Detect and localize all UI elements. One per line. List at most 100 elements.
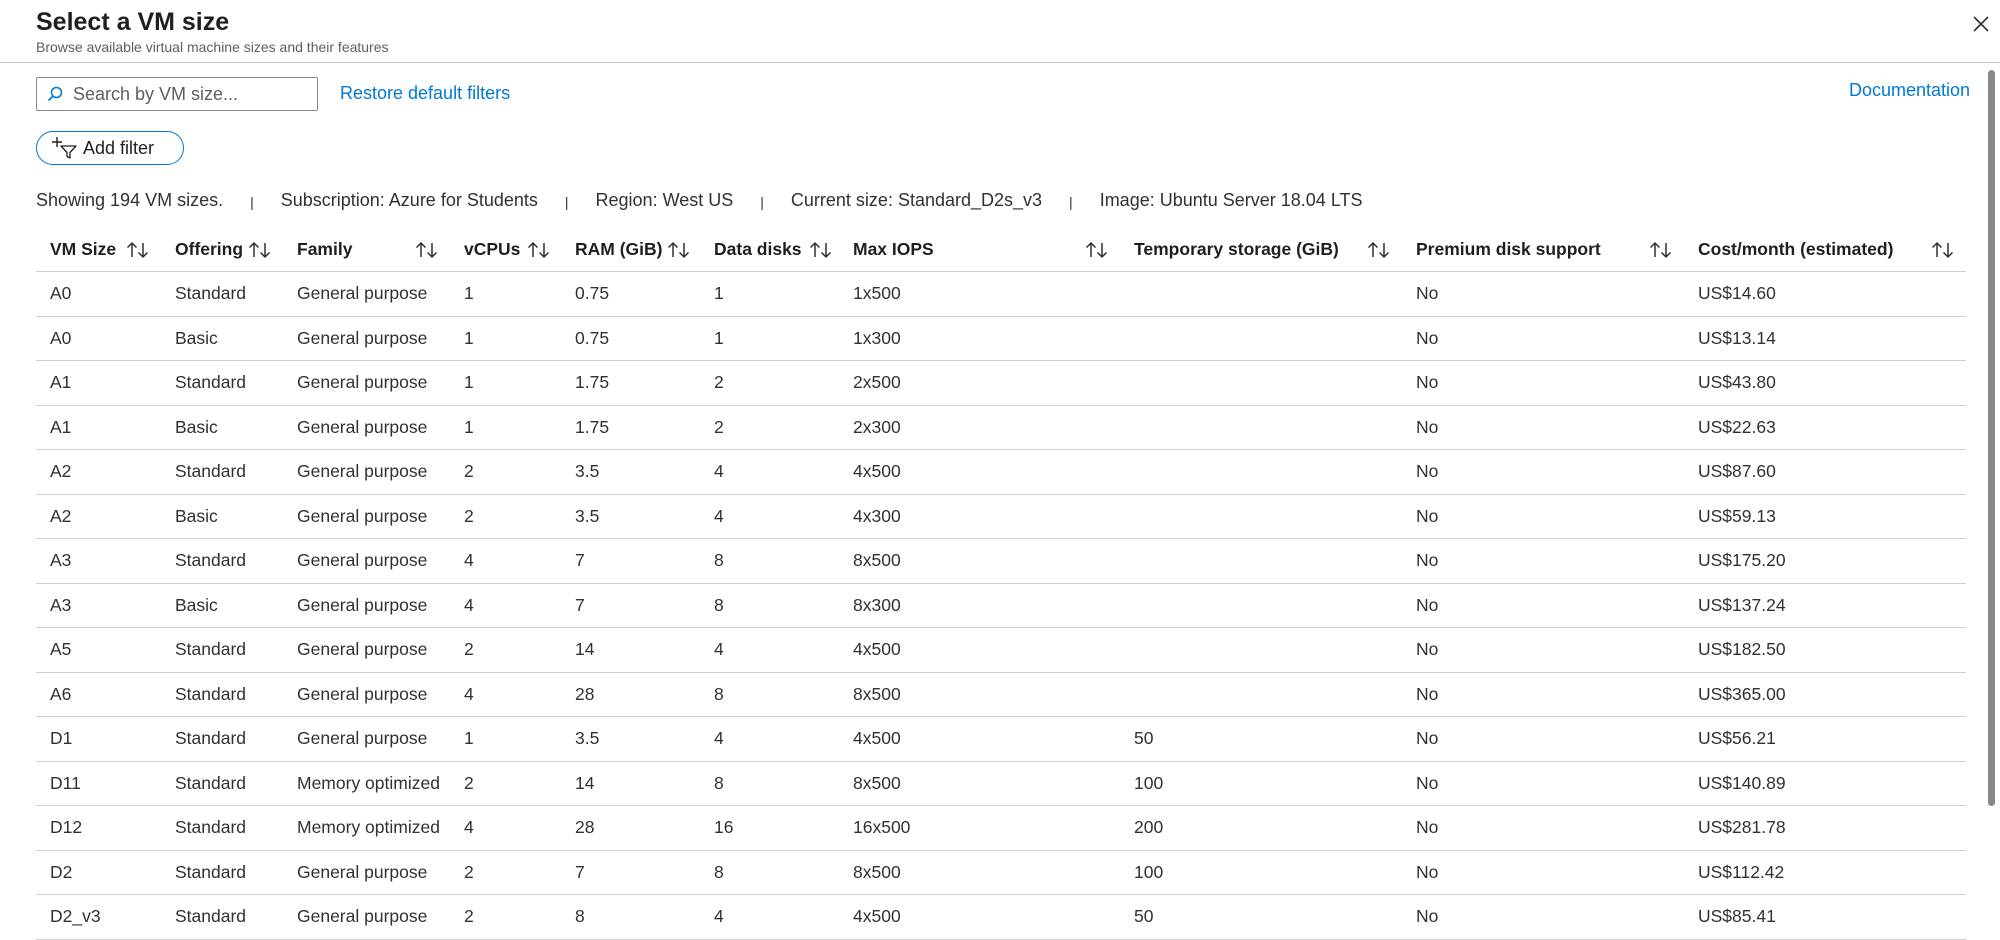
- cell-premium-disk: No: [1416, 550, 1439, 571]
- cell-premium-disk: No: [1416, 906, 1439, 927]
- sort-arrows-icon: [809, 241, 832, 258]
- cell-family: General purpose: [297, 639, 428, 660]
- table-row[interactable]: A1 Basic General purpose 1 1.75 2 2x300 No US$22…: [36, 406, 1966, 450]
- table-row[interactable]: A0 Standard General purpose 1 0.75 1 1x500 No US…: [36, 272, 1966, 317]
- table-row[interactable]: D11 Standard Memory optimized 2 14 8 8x500 100 N…: [36, 762, 1966, 806]
- cell-cost-month: US$59.13: [1698, 505, 1776, 526]
- sort-vm-size-button[interactable]: [125, 228, 151, 271]
- add-filter-button[interactable]: Add filter: [36, 131, 184, 165]
- cell-max-iops: 4x500: [853, 906, 901, 927]
- cell-family: Memory optimized: [297, 817, 440, 838]
- cell-vm-size: D2_v3: [50, 906, 101, 927]
- table-row[interactable]: D2_v3 Standard General purpose 2 8 4 4x500 50 No…: [36, 895, 1966, 940]
- cell-max-iops: 4x500: [853, 461, 901, 482]
- cell-cost-month: US$56.21: [1698, 728, 1776, 749]
- column-header-vm-size[interactable]: VM Size: [50, 228, 116, 271]
- cell-offering: Basic: [175, 327, 218, 348]
- table-row[interactable]: D2 Standard General purpose 2 7 8 8x500 100 No US…: [36, 851, 1966, 895]
- cell-family: General purpose: [297, 372, 428, 393]
- table-row[interactable]: A1 Standard General purpose 1 1.75 2 2x500 No US…: [36, 361, 1966, 406]
- sort-family-button[interactable]: [414, 228, 440, 271]
- column-header-offering[interactable]: Offering: [175, 228, 243, 271]
- scrollbar-thumb[interactable]: [1988, 70, 1995, 806]
- cell-vm-size: A5: [50, 639, 72, 660]
- cell-vcpus: 4: [464, 594, 474, 615]
- sort-temp-storage-button[interactable]: [1366, 228, 1392, 271]
- cell-family: General purpose: [297, 683, 428, 704]
- sort-ram-button[interactable]: [666, 228, 692, 271]
- cell-offering: Standard: [175, 683, 247, 704]
- cell-vm-size: A2: [50, 461, 72, 482]
- table-row[interactable]: A3 Basic General purpose 4 7 8 8x300 No US$137.2…: [36, 584, 1966, 628]
- sort-offering-button[interactable]: [247, 228, 273, 271]
- cell-temp-storage: 50: [1134, 906, 1154, 927]
- table-row[interactable]: A2 Standard General purpose 2 3.5 4 4x500 No US$…: [36, 450, 1966, 495]
- sort-cost-month-button[interactable]: [1930, 228, 1956, 271]
- cell-ram: 28: [575, 817, 595, 838]
- cell-temp-storage: 100: [1134, 772, 1164, 793]
- cell-premium-disk: No: [1416, 461, 1439, 482]
- search-input[interactable]: [73, 83, 303, 105]
- cell-premium-disk: No: [1416, 372, 1439, 393]
- close-icon: [1973, 16, 1989, 32]
- column-header-family[interactable]: Family: [297, 228, 352, 271]
- cell-vcpus: 4: [464, 550, 474, 571]
- column-header-ram[interactable]: RAM (GiB): [575, 228, 662, 271]
- cell-ram: 7: [575, 594, 585, 615]
- summary-separator: |: [564, 194, 569, 210]
- table-row[interactable]: A0 Basic General purpose 1 0.75 1 1x300 No US$13…: [36, 317, 1966, 361]
- table-row[interactable]: A6 Standard General purpose 4 28 8 8x500 No US$3…: [36, 673, 1966, 717]
- column-header-temp-storage[interactable]: Temporary storage (GiB): [1134, 228, 1339, 271]
- cell-vcpus: 1: [464, 283, 474, 304]
- cell-vm-size: A0: [50, 327, 72, 348]
- cell-data-disks: 8: [714, 861, 724, 882]
- close-button[interactable]: [1966, 9, 1996, 39]
- cell-max-iops: 8x500: [853, 772, 901, 793]
- search-box[interactable]: [36, 77, 318, 111]
- cell-family: General purpose: [297, 461, 428, 482]
- table-row[interactable]: A2 Basic General purpose 2 3.5 4 4x300 No US$59.…: [36, 495, 1966, 539]
- sort-premium-disk-button[interactable]: [1648, 228, 1674, 271]
- cell-premium-disk: No: [1416, 861, 1439, 882]
- restore-default-filters-link[interactable]: Restore default filters: [340, 83, 510, 104]
- column-header-premium-disk[interactable]: Premium disk support: [1416, 228, 1601, 271]
- cell-vm-size: A0: [50, 283, 72, 304]
- summary-image: Image: Ubuntu Server 18.04 LTS: [1099, 189, 1363, 210]
- cell-data-disks: 8: [714, 683, 724, 704]
- cell-cost-month: US$13.14: [1698, 327, 1776, 348]
- cell-premium-disk: No: [1416, 817, 1439, 838]
- column-header-vcpus[interactable]: vCPUs: [464, 228, 520, 271]
- cell-ram: 14: [575, 772, 595, 793]
- column-header-data-disks[interactable]: Data disks: [714, 228, 802, 271]
- cell-offering: Basic: [175, 505, 218, 526]
- column-header-max-iops[interactable]: Max IOPS: [853, 228, 934, 271]
- table-row[interactable]: A3 Standard General purpose 4 7 8 8x500 No US$17…: [36, 539, 1966, 584]
- cell-vm-size: A3: [50, 550, 72, 571]
- cell-family: General purpose: [297, 906, 428, 927]
- cell-premium-disk: No: [1416, 772, 1439, 793]
- table-row[interactable]: D1 Standard General purpose 1 3.5 4 4x500 50 No U…: [36, 717, 1966, 762]
- table-row[interactable]: A5 Standard General purpose 2 14 4 4x500 No US$1…: [36, 628, 1966, 673]
- sort-vcpus-button[interactable]: [526, 228, 552, 271]
- cell-max-iops: 8x500: [853, 683, 901, 704]
- cell-family: General purpose: [297, 728, 428, 749]
- cell-offering: Standard: [175, 550, 247, 571]
- sort-max-iops-button[interactable]: [1084, 228, 1110, 271]
- sort-arrows-icon: [1085, 241, 1108, 258]
- cell-data-disks: 8: [714, 550, 724, 571]
- cell-temp-storage: 200: [1134, 817, 1164, 838]
- cell-max-iops: 8x500: [853, 550, 901, 571]
- cell-cost-month: US$43.80: [1698, 372, 1776, 393]
- column-header-cost-month[interactable]: Cost/month (estimated): [1698, 228, 1893, 271]
- cell-ram: 3.5: [575, 728, 600, 749]
- table-row[interactable]: D12 Standard Memory optimized 4 28 16 16x500 20…: [36, 806, 1966, 851]
- page-title: Select a VM size: [36, 8, 230, 36]
- cell-ram: 3.5: [575, 461, 600, 482]
- cell-vcpus: 1: [464, 327, 474, 348]
- sort-data-disks-button[interactable]: [808, 228, 834, 271]
- cell-ram: 1.75: [575, 372, 610, 393]
- cell-ram: 7: [575, 861, 585, 882]
- documentation-link[interactable]: Documentation: [1849, 80, 1970, 101]
- cell-vm-size: A1: [50, 416, 72, 437]
- cell-max-iops: 1x300: [853, 327, 901, 348]
